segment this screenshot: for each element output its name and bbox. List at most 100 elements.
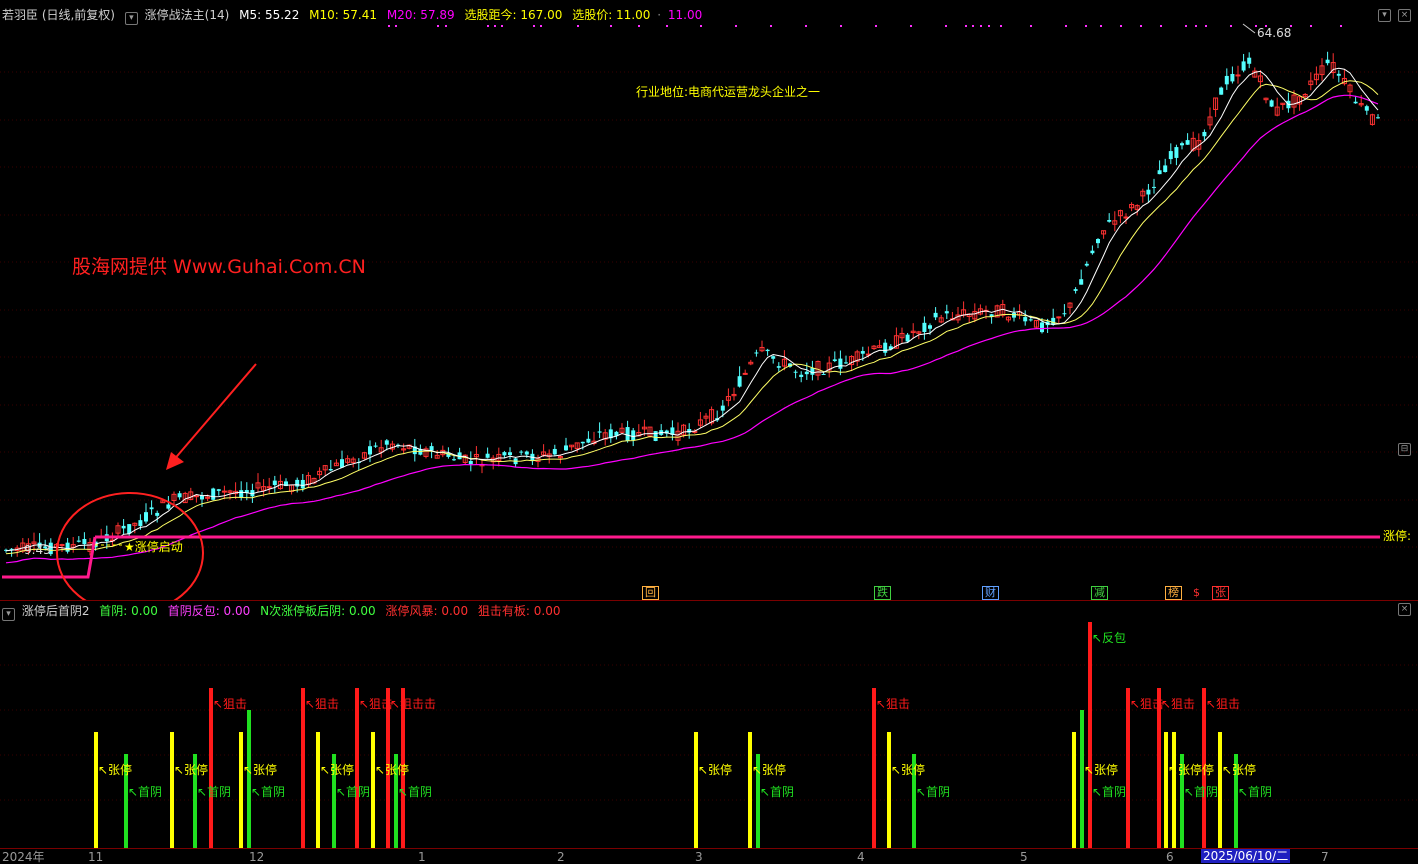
signal-label: ↖狙击击 — [390, 697, 437, 711]
signal-label: ↖首阴 — [197, 785, 232, 799]
ma5-value: M5: 55.22 — [239, 8, 300, 22]
candle-body-down — [625, 427, 630, 441]
candle-body-down — [144, 512, 148, 522]
signal-dot — [437, 25, 439, 27]
candles — [4, 51, 1380, 557]
candlestick-chart[interactable] — [0, 22, 1418, 600]
stock-title[interactable]: 若羽臣 (日线,前复权) — [2, 8, 115, 22]
signal-label: ↖首阴 — [1092, 785, 1127, 799]
candle-body-down — [1090, 250, 1095, 254]
candle-body-down — [1180, 143, 1184, 146]
candle-body-down — [1028, 319, 1033, 321]
signal-label: ↖张停 — [1084, 763, 1119, 777]
event-tag-bang[interactable]: 榜 — [1165, 586, 1182, 600]
candle-body-down — [754, 352, 759, 354]
signal-label: ↖张停 — [1222, 763, 1257, 777]
high-price-label: 64.68 — [1257, 26, 1292, 40]
signal-label: ↖张停停 — [1168, 763, 1215, 777]
candle-body-down — [1073, 289, 1078, 291]
signal-dot — [988, 25, 990, 27]
signal-label: ↖狙击 — [359, 697, 394, 711]
event-tag-hui[interactable]: 回 — [642, 586, 659, 600]
candle-body-down — [552, 448, 557, 455]
fengbao-value: 涨停风暴: 0.00 — [385, 604, 469, 618]
signal-bar — [1157, 688, 1161, 848]
signal-dot — [487, 25, 489, 27]
candle-body-down — [272, 480, 277, 486]
signal-bar — [170, 732, 174, 848]
signal-dot — [494, 25, 496, 27]
signal-dot — [1120, 25, 1122, 27]
industry-note: 行业地位:电商代运营龙头企业之一 — [636, 85, 821, 99]
limit-start-label: ★涨停启动 — [124, 540, 183, 554]
signal-label: ↖首阴 — [251, 785, 286, 799]
panel-divider[interactable] — [0, 600, 1418, 601]
candle-body-down — [1174, 147, 1179, 158]
candle-body-down — [216, 489, 221, 491]
candle-body-down — [429, 446, 434, 451]
shouyin-value: 首阴: 0.00 — [99, 604, 158, 618]
signal-label: ↖张停 — [375, 763, 410, 777]
sub-indicator-name[interactable]: 涨停后首阴2 — [22, 604, 90, 618]
indicator-name[interactable]: 涨停战法主(14) — [145, 8, 230, 22]
signal-bar — [247, 710, 251, 848]
signal-label: ↖狙击 — [1206, 697, 1241, 711]
settings-icon[interactable]: ▾ — [1378, 9, 1391, 22]
candle-body-down — [1168, 151, 1173, 160]
main-grid — [0, 71, 1418, 548]
signal-label: ↖首阴 — [336, 785, 371, 799]
signal-bar — [1080, 710, 1084, 848]
x-tick-6: 6 — [1166, 850, 1174, 864]
candle-body-down — [121, 525, 126, 529]
candle-body-down — [1023, 317, 1028, 322]
candle-body-down — [1224, 75, 1229, 85]
event-tag-zhang[interactable]: 张 — [1212, 586, 1229, 600]
candle-body-down — [586, 438, 591, 443]
candle-body-up — [1056, 316, 1062, 319]
signal-label: ↖狙击 — [876, 697, 911, 711]
stock-chart-window: 若羽臣 (日线,前复权) ▾ 涨停战法主(14) M5: 55.22 M10: … — [0, 0, 1418, 864]
signal-dot — [972, 25, 974, 27]
signal-bar — [355, 688, 359, 848]
event-tag-jian[interactable]: 减 — [1091, 586, 1108, 600]
close-icon[interactable]: × — [1398, 9, 1411, 22]
candle-body-up — [221, 490, 227, 493]
candle-body-down — [328, 469, 333, 471]
sub-close-icon[interactable]: × — [1398, 603, 1411, 616]
signal-dot — [1140, 25, 1142, 27]
event-tag-cai[interactable]: 财 — [982, 586, 999, 600]
watermark-text: 股海网提供 Www.Guhai.Com.CN — [72, 256, 366, 278]
signal-bar — [1164, 732, 1168, 848]
event-tag-die[interactable]: 跌 — [874, 586, 891, 600]
juji-value: 狙击有板: 0.00 — [477, 604, 561, 618]
low-price-label: 9.43 — [24, 543, 51, 557]
signal-dot — [1205, 25, 1207, 27]
ma20-value: M20: 57.89 — [386, 8, 455, 22]
signal-dot — [638, 25, 640, 27]
signal-dot — [1085, 25, 1087, 27]
select-price-2: 11.00 — [667, 8, 703, 22]
event-tag-dollar[interactable]: $ — [1190, 586, 1203, 600]
x-tick-11: 11 — [88, 850, 104, 864]
limit-line-label: 涨停: — [1383, 529, 1412, 543]
x-tick-2: 2 — [557, 850, 565, 864]
signal-dot — [1000, 25, 1002, 27]
signal-label: ↖张停 — [752, 763, 787, 777]
candle-body-down — [597, 431, 602, 433]
signal-dot — [700, 25, 702, 27]
x-tick-3: 3 — [695, 850, 703, 864]
signal-bar — [239, 732, 243, 848]
sub-chart-header: ▾ 涨停后首阴2 首阴: 0.00 首阴反包: 0.00 N次涨停板后阴: 0.… — [0, 602, 566, 621]
ma10-value: M10: 57.41 — [309, 8, 377, 22]
signal-dot — [910, 25, 912, 27]
candle-body-down — [844, 362, 848, 364]
candle-body-down — [1084, 263, 1089, 266]
signal-label: ↖张停 — [243, 763, 278, 777]
signal-chart[interactable] — [0, 620, 1418, 848]
candle-body-down — [832, 359, 837, 362]
signal-label: ↖狙击 — [305, 697, 340, 711]
candle-body-down — [155, 512, 160, 516]
candle-body-down — [933, 312, 938, 318]
candle-body-down — [883, 342, 888, 353]
candle-body-down — [776, 366, 781, 368]
